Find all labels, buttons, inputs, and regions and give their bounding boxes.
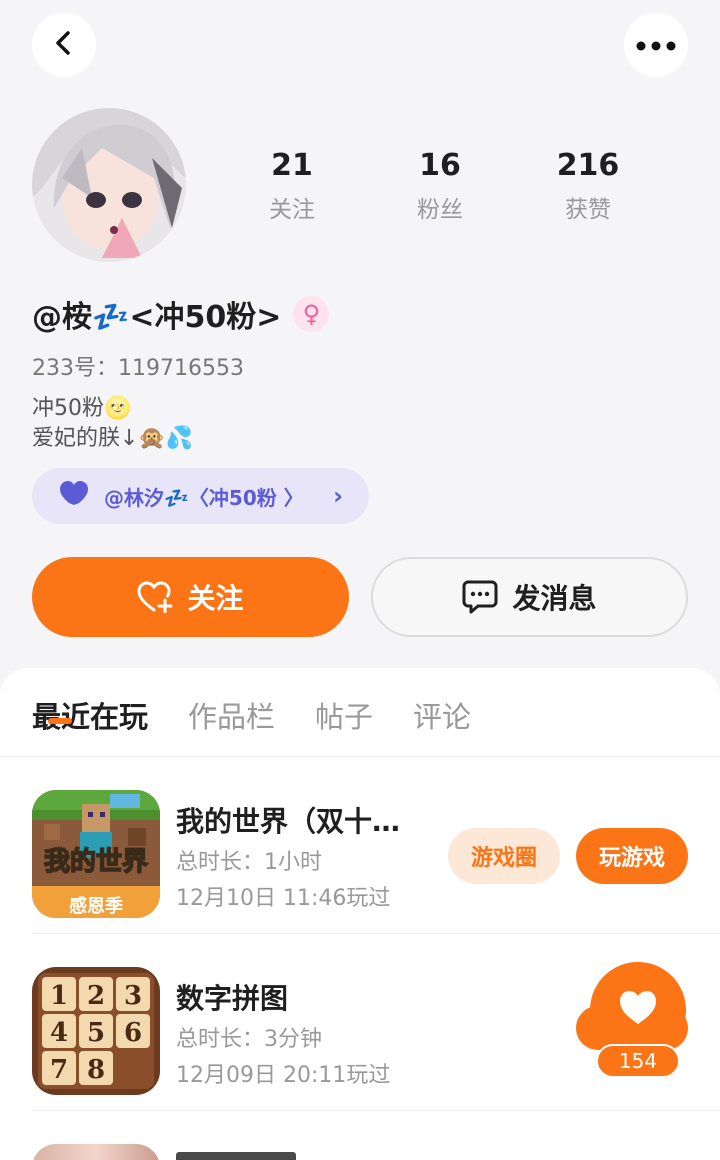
- game-last-played: 12月10日 11:46玩过: [176, 886, 391, 911]
- back-button[interactable]: [32, 13, 96, 77]
- game-icon-partial: [32, 1144, 160, 1160]
- stat-value: 21: [271, 148, 313, 183]
- stat-following[interactable]: 21 关注: [237, 148, 347, 224]
- game-last-played: 12月09日 20:11玩过: [176, 1063, 391, 1088]
- stat-likes[interactable]: 216 获赞: [533, 148, 643, 224]
- chevron-left-icon: [50, 29, 78, 61]
- username-row: @桉💤<冲50粉> ♀: [32, 292, 330, 336]
- game-duration: 总时长：3分钟: [176, 1027, 322, 1052]
- game-title: 数字拼图: [176, 982, 289, 1015]
- message-label: 发消息: [512, 582, 597, 615]
- female-gender-icon: ♀: [293, 296, 330, 332]
- puzzle-tile: 8: [87, 1055, 105, 1085]
- tab-works[interactable]: 作品栏: [188, 694, 275, 736]
- puzzle-tile: 7: [50, 1055, 68, 1085]
- tab-posts[interactable]: 帖子: [315, 694, 373, 736]
- cp-link[interactable]: @林汐💤〈冲50粉 〉 ›: [32, 468, 369, 524]
- divider: [0, 756, 720, 757]
- stat-label: 粉丝: [417, 197, 463, 223]
- game-title-partial: [176, 1152, 296, 1160]
- tab-indicator: [48, 718, 72, 724]
- divider: [32, 933, 720, 934]
- game-title: 我的世界（双十二...: [176, 805, 426, 838]
- like-count: 154: [596, 1044, 680, 1078]
- bio-line: 冲50粉🌝: [32, 396, 132, 421]
- number-puzzle-game-icon: 1 2 3 4 5 6 7 8: [32, 967, 160, 1095]
- stat-followers[interactable]: 16 粉丝: [385, 148, 495, 224]
- tab-recently-played[interactable]: 最近在玩: [32, 694, 148, 736]
- stat-value: 16: [419, 148, 461, 183]
- puzzle-tile: 2: [87, 981, 105, 1011]
- minecraft-icon-subtitle: 感恩季: [69, 895, 123, 917]
- avatar[interactable]: [32, 108, 186, 262]
- puzzle-tile: 6: [124, 1018, 142, 1048]
- follow-button[interactable]: 关注: [32, 557, 349, 637]
- more-dots-icon: [636, 36, 676, 55]
- tab-comments[interactable]: 评论: [413, 694, 471, 736]
- floating-like-button[interactable]: 154: [576, 962, 688, 1082]
- more-button[interactable]: [624, 13, 688, 77]
- puzzle-tile: 3: [124, 981, 142, 1011]
- chat-bubble-icon: [462, 580, 498, 614]
- minecraft-game-icon: 我的世界 感恩季: [32, 790, 160, 918]
- game-duration: 总时长：1小时: [176, 850, 322, 875]
- bio: 冲50粉🌝 爱妃的朕↓🙊💦: [32, 394, 193, 454]
- puzzle-tile: 5: [87, 1018, 105, 1048]
- tab-bar: 最近在玩 作品栏 帖子 评论: [32, 694, 511, 736]
- minecraft-icon-title: 我的世界: [44, 846, 148, 877]
- stat-label: 获赞: [565, 197, 611, 223]
- puzzle-tile: 1: [50, 981, 68, 1011]
- play-game-button[interactable]: 玩游戏: [576, 828, 688, 884]
- game-circle-button[interactable]: 游戏圈: [448, 828, 560, 884]
- stat-value: 216: [556, 148, 620, 183]
- heart-icon: [618, 990, 658, 1030]
- divider: [32, 1110, 720, 1111]
- follow-label: 关注: [187, 582, 244, 615]
- heart-icon: [60, 480, 92, 512]
- username: @桉💤<冲50粉>: [32, 300, 282, 335]
- message-button[interactable]: 发消息: [371, 557, 688, 637]
- chevron-right-icon: ›: [333, 482, 343, 510]
- game-row[interactable]: 我的世界 感恩季 我的世界（双十二... 总时长：1小时 12月10日 11:4…: [32, 758, 720, 934]
- stat-label: 关注: [269, 197, 315, 223]
- heart-add-icon: [137, 581, 173, 613]
- cp-label: @林汐💤〈冲50粉 〉: [104, 485, 304, 510]
- user-id: 233号：119716553: [32, 356, 244, 381]
- puzzle-tile: 4: [50, 1018, 68, 1048]
- bio-line: 爱妃的朕↓🙊💦: [32, 426, 194, 451]
